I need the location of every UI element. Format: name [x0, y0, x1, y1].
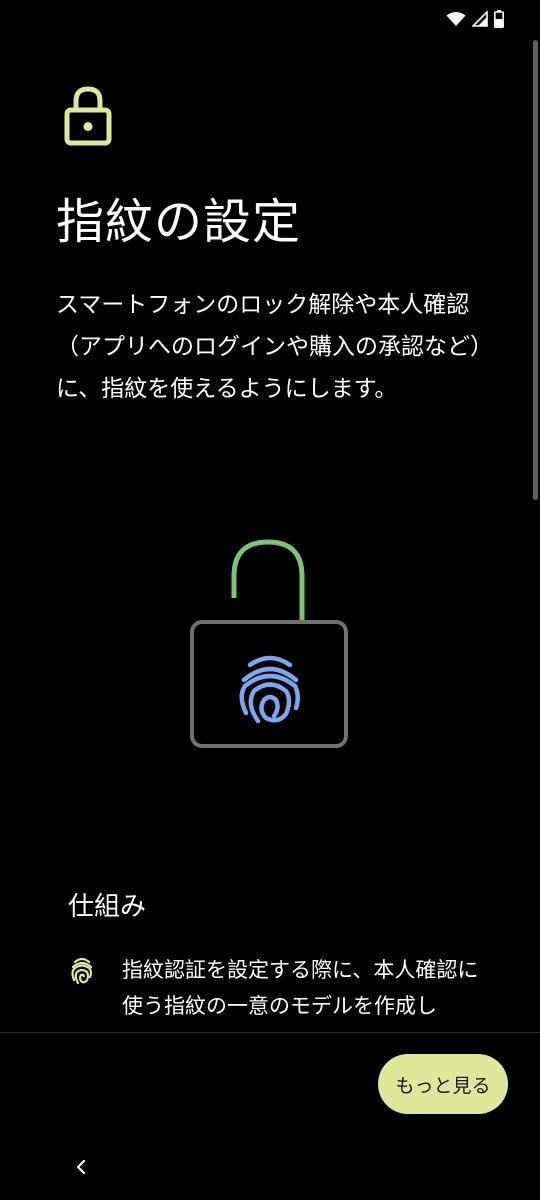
back-button[interactable] — [66, 1150, 96, 1184]
status-bar — [0, 0, 540, 40]
wifi-icon — [446, 12, 466, 26]
scroll-content[interactable]: 指紋の設定 スマートフォンのロック解除や本人確認（アプリへのログインや購入の承認… — [0, 40, 540, 1032]
unlocked-padlock-fingerprint-illustration — [190, 539, 348, 748]
cellular-signal-icon — [472, 11, 488, 27]
description-text: スマートフォンのロック解除や本人確認（アプリへのログインや購入の承認など）に、指… — [56, 292, 493, 402]
more-button[interactable]: もっと見る — [378, 1054, 508, 1114]
padlock-shackle — [231, 539, 305, 620]
page-title: 指紋の設定 — [56, 194, 302, 250]
chevron-left-icon — [76, 1159, 86, 1175]
how-it-works-text: 指紋認証を設定する際に、本人確認に使う指紋の一意のモデルを作成し — [122, 958, 479, 1018]
status-icons — [446, 10, 504, 28]
footer-divider — [0, 1032, 540, 1033]
fingerprint-icon — [71, 957, 93, 985]
lock-icon — [64, 86, 112, 146]
battery-icon — [494, 10, 504, 28]
how-it-works-heading: 仕組み — [68, 892, 147, 922]
